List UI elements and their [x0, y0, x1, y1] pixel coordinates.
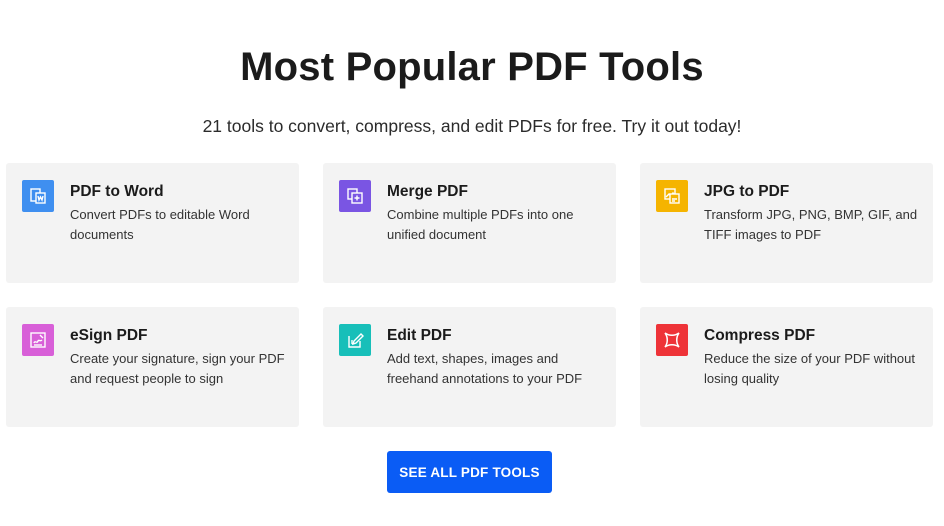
tool-card-merge-pdf[interactable]: Merge PDF Combine multiple PDFs into one… — [323, 163, 616, 283]
tool-card-pdf-to-word[interactable]: PDF to Word Convert PDFs to editable Wor… — [6, 163, 299, 283]
tool-description: Add text, shapes, images and freehand an… — [387, 351, 583, 386]
esign-pdf-icon — [22, 324, 54, 356]
compress-pdf-icon — [656, 324, 688, 356]
tool-name: eSign PDF — [70, 327, 148, 344]
tool-name: Compress PDF — [704, 327, 816, 344]
tool-description: Convert PDFs to editable Word documents — [70, 207, 250, 242]
tool-name: JPG to PDF — [704, 183, 790, 200]
tool-description: Create your signature, sign your PDF and… — [70, 351, 285, 386]
tool-name: Merge PDF — [387, 183, 468, 200]
tool-card-jpg-to-pdf[interactable]: JPG to PDF Transform JPG, PNG, BMP, GIF,… — [640, 163, 933, 283]
tool-description: Combine multiple PDFs into one unified d… — [387, 207, 574, 242]
tool-card-esign-pdf[interactable]: eSign PDF Create your signature, sign yo… — [6, 307, 299, 427]
tool-description: Reduce the size of your PDF without losi… — [704, 351, 915, 386]
page-subtitle: 21 tools to convert, compress, and edit … — [202, 116, 742, 136]
pdf-to-word-icon — [22, 180, 54, 212]
tool-name: PDF to Word — [70, 183, 164, 200]
tool-card-compress-pdf[interactable]: Compress PDF Reduce the size of your PDF… — [640, 307, 933, 427]
page-title: Most Popular PDF Tools — [240, 45, 704, 89]
tool-name: Edit PDF — [387, 327, 452, 344]
tool-description: Transform JPG, PNG, BMP, GIF, and TIFF i… — [704, 207, 918, 242]
merge-pdf-icon — [339, 180, 371, 212]
jpg-to-pdf-icon — [656, 180, 688, 212]
tool-card-edit-pdf[interactable]: Edit PDF Add text, shapes, images and fr… — [323, 307, 616, 427]
see-all-tools-button[interactable]: SEE ALL PDF TOOLS — [387, 451, 552, 493]
edit-pdf-icon — [339, 324, 371, 356]
